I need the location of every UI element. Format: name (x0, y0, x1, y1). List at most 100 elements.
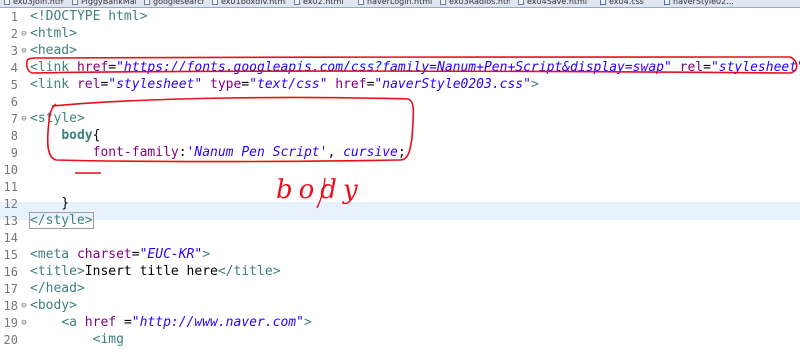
fold-toggle-icon[interactable]: ⊖ (20, 314, 28, 332)
editor-tab-label: PiggyBankMai... (81, 0, 136, 6)
line-number: 16 (3, 265, 18, 279)
fold-toggle-icon[interactable]: ⊖ (20, 42, 28, 60)
editor-tab-label: googlesearch... (153, 0, 204, 6)
code-line: 6 (0, 93, 800, 111)
code-token: "http://www.naver.com" (131, 315, 304, 330)
code-line: 5 <link rel="stylesheet" type="text/css" … (0, 76, 800, 94)
code-token: link (37, 60, 77, 75)
code-token: font-family (92, 145, 179, 160)
editor-tab[interactable]: ex04.css (600, 0, 656, 7)
editor-tab[interactable]: googlesearch... (144, 0, 204, 7)
line-number: 17 (3, 282, 18, 296)
code-text[interactable]: <meta charset="EUC-KR"> (30, 246, 210, 264)
code-token: = (123, 315, 132, 330)
code-token: ; (397, 145, 406, 160)
editor-tab-label: ex02.html (303, 0, 344, 6)
line-number: 19 (3, 316, 18, 330)
code-token: < (30, 60, 38, 75)
code-text[interactable]: <link href="https://fonts.googleapis.com… (30, 59, 800, 77)
code-token: href (335, 77, 367, 92)
line-number: 10 (3, 163, 18, 177)
line-number: 2 (10, 27, 18, 41)
code-token: <style> (30, 111, 85, 126)
code-text[interactable]: <title>Insert title here</title> (30, 263, 280, 281)
code-token: <meta (30, 247, 77, 262)
code-token: </title> (217, 264, 281, 279)
code-token: <head> (30, 43, 77, 58)
code-text[interactable]: font-family:'Nanum Pen Script', cursive; (30, 144, 406, 162)
html-file-icon (518, 0, 524, 5)
editor-tab[interactable]: ex02.html (294, 0, 350, 7)
fold-toggle-icon[interactable]: ⊖ (20, 110, 28, 128)
code-line: 4 <link href="https://fonts.googleapis.co… (0, 59, 800, 77)
code-line: 13 </style> (0, 212, 800, 230)
line-number: 11 (3, 180, 18, 194)
html-file-icon (212, 0, 218, 5)
editor-tab[interactable]: ex03Radios.html (440, 0, 510, 7)
line-number: 3 (10, 44, 18, 58)
html-file-icon (440, 0, 446, 5)
code-token: "stylesheet" (108, 77, 203, 92)
code-token: > (202, 247, 211, 262)
code-token: { (92, 128, 101, 143)
code-text[interactable]: <head> (30, 42, 77, 60)
code-token: = (131, 247, 140, 262)
line-number: 18 (3, 299, 18, 313)
line-number: 1 (10, 10, 18, 24)
code-token: rel (679, 60, 704, 75)
code-token: : (178, 145, 187, 160)
code-line: 18 ⊖ <body> (0, 297, 800, 315)
code-text[interactable]: <img (30, 331, 124, 349)
code-line: 8 body{ (0, 127, 800, 145)
code-text[interactable]: } (30, 195, 69, 213)
line-number: 7 (10, 112, 18, 126)
editor-tab[interactable]: ex03Join.html (4, 0, 64, 7)
code-text[interactable]: <body> (30, 297, 77, 315)
code-token: = (241, 77, 250, 92)
editor-tab[interactable]: ex01boxdiv.html (212, 0, 286, 7)
code-text[interactable]: </style> (29, 212, 94, 230)
code-token: 'Nanum Pen Script' (186, 145, 328, 160)
code-text[interactable]: <!DOCTYPE html> (30, 8, 147, 26)
html-file-icon (294, 0, 300, 5)
editor-tab[interactable]: naverStyle02... (664, 0, 796, 7)
code-token: type (210, 77, 242, 92)
code-token: "EUC-KR" (139, 247, 203, 262)
fold-toggle-icon[interactable]: ⊖ (20, 25, 28, 43)
editor-tab[interactable]: naverLogin.html (358, 0, 432, 7)
code-text[interactable]: body{ (30, 127, 100, 145)
code-token: href (76, 60, 109, 75)
code-token: <img (30, 332, 124, 347)
editor-tab[interactable]: ex04Save.html (518, 0, 592, 7)
code-line: 14 (0, 229, 800, 247)
editor-tab[interactable]: PiggyBankMai... (72, 0, 136, 7)
css-file-icon (664, 0, 670, 5)
code-text[interactable]: <link rel="stylesheet" type="text/css" h… (30, 76, 539, 94)
file-icon (72, 0, 78, 5)
line-number: 12 (3, 197, 18, 211)
code-line: 15 <meta charset="EUC-KR"> (0, 246, 800, 264)
html-file-icon (144, 0, 150, 5)
line-number: 20 (3, 333, 18, 347)
line-number: 6 (10, 95, 18, 109)
code-text[interactable]: <style> (30, 110, 85, 128)
code-token: } (30, 196, 70, 211)
code-line: 19 ⊖ <a href ="http://www.naver.com"> (0, 314, 800, 332)
code-line: 12 } (0, 195, 800, 213)
code-line: 10 (0, 161, 800, 179)
code-text[interactable]: <a href ="http://www.naver.com"> (30, 314, 311, 332)
code-token: <html> (30, 26, 77, 41)
fold-toggle-icon[interactable]: ⊖ (20, 297, 28, 315)
code-line: 3 ⊖ <head> (0, 42, 800, 60)
code-line: 16 <title>Insert title here</title> (0, 263, 800, 281)
editor-tab-bar: ex03Join.html PiggyBankMai... googlesearch… (0, 0, 800, 8)
code-text[interactable]: </head> (30, 280, 85, 298)
code-text[interactable]: <html> (30, 25, 77, 43)
code-editor[interactable]: 1 <!DOCTYPE html> 2 ⊖ <html> 3 ⊖ <head> 4 <link h… (0, 8, 800, 347)
code-token: <!DOCTYPE html> (30, 9, 148, 24)
code-token: </head> (30, 281, 85, 296)
code-token: cursive (343, 145, 398, 160)
code-token: </style> (29, 212, 94, 229)
